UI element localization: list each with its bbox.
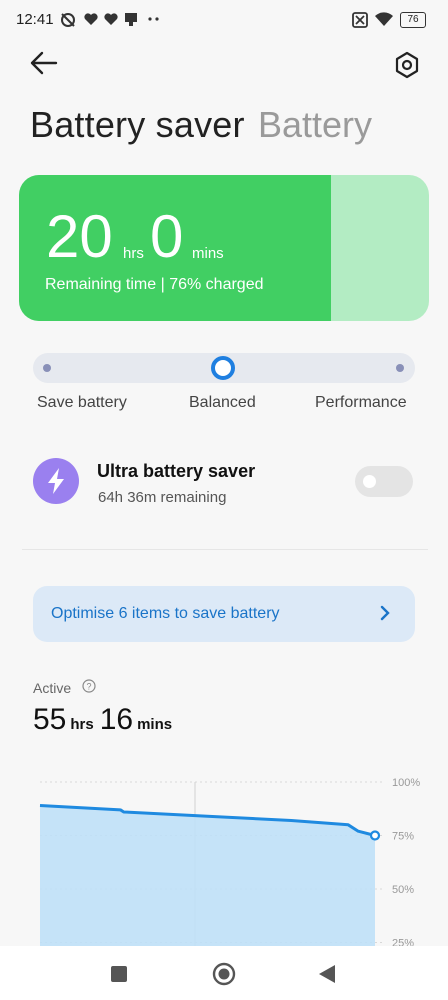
mode-stop-save[interactable] [43,364,51,372]
mode-slider[interactable] [33,353,415,383]
navigation-bar [0,946,448,1000]
mode-label-save-battery[interactable]: Save battery [37,394,127,412]
battery-icon: 76 [400,12,426,28]
battery-usage-chart: 100%75%50%25% [39,777,420,948]
status-bar: 12:41 76 [0,0,448,40]
optimise-label: Optimise 6 items to save battery [51,605,280,622]
active-duration: 55 hrs 16 mins [33,703,178,737]
active-minutes-unit: mins [137,716,173,733]
active-label: Active [33,680,72,696]
y-tick-label: 100% [392,777,420,789]
heart-icon [104,13,118,25]
remaining-time-card: 20 hrs 0 mins Remaining time | 76% charg… [19,175,429,321]
mute-alarm-icon [61,13,75,27]
remaining-status: Remaining time | 76% charged [45,276,264,293]
back-arrow-icon[interactable] [28,48,62,78]
no-sim-icon [352,12,368,28]
mode-label-balanced[interactable]: Balanced [189,394,256,412]
current-level-point [369,830,381,841]
heart-icon [84,13,98,25]
status-time: 12:41 [16,11,54,28]
active-hours: 55 [33,703,67,736]
area-fill [40,805,375,948]
back-triangle-icon[interactable] [318,964,336,984]
home-circle-icon[interactable] [212,962,236,986]
y-tick-label: 75% [392,831,414,843]
help-circle-icon[interactable]: ? [82,679,96,693]
hours-unit: hrs [123,245,144,262]
toggle-knob [363,475,376,488]
more-icon [148,17,159,21]
page-title: Battery saver [30,104,245,145]
ultra-saver-title: Ultra battery saver [97,461,256,481]
mode-slider-knob[interactable] [211,356,235,380]
svg-text:?: ? [86,682,91,692]
mode-label-performance[interactable]: Performance [315,394,407,412]
optimise-button[interactable]: Optimise 6 items to save battery [33,586,415,642]
lightning-icon [48,468,64,494]
wifi-icon [375,12,393,26]
active-minutes: 16 [99,703,134,736]
ultra-saver-badge [33,458,79,504]
hours-value: 20 [46,203,113,270]
ultra-saver-subtitle: 64h 36m remaining [98,489,227,506]
settings-hexagon-icon[interactable] [390,48,424,82]
minutes-unit: mins [192,245,224,262]
recents-square-icon[interactable] [110,965,128,983]
mode-stop-performance[interactable] [396,364,404,372]
notification-icon [125,13,137,26]
y-tick-label: 50% [392,884,414,896]
minutes-value: 0 [150,203,184,270]
divider [22,549,428,550]
active-hours-unit: hrs [70,716,94,733]
ultra-saver-toggle[interactable] [355,466,413,497]
battery-level: 76 [407,14,419,25]
chevron-right-icon [380,605,390,621]
tab-battery[interactable]: Battery [258,104,372,146]
